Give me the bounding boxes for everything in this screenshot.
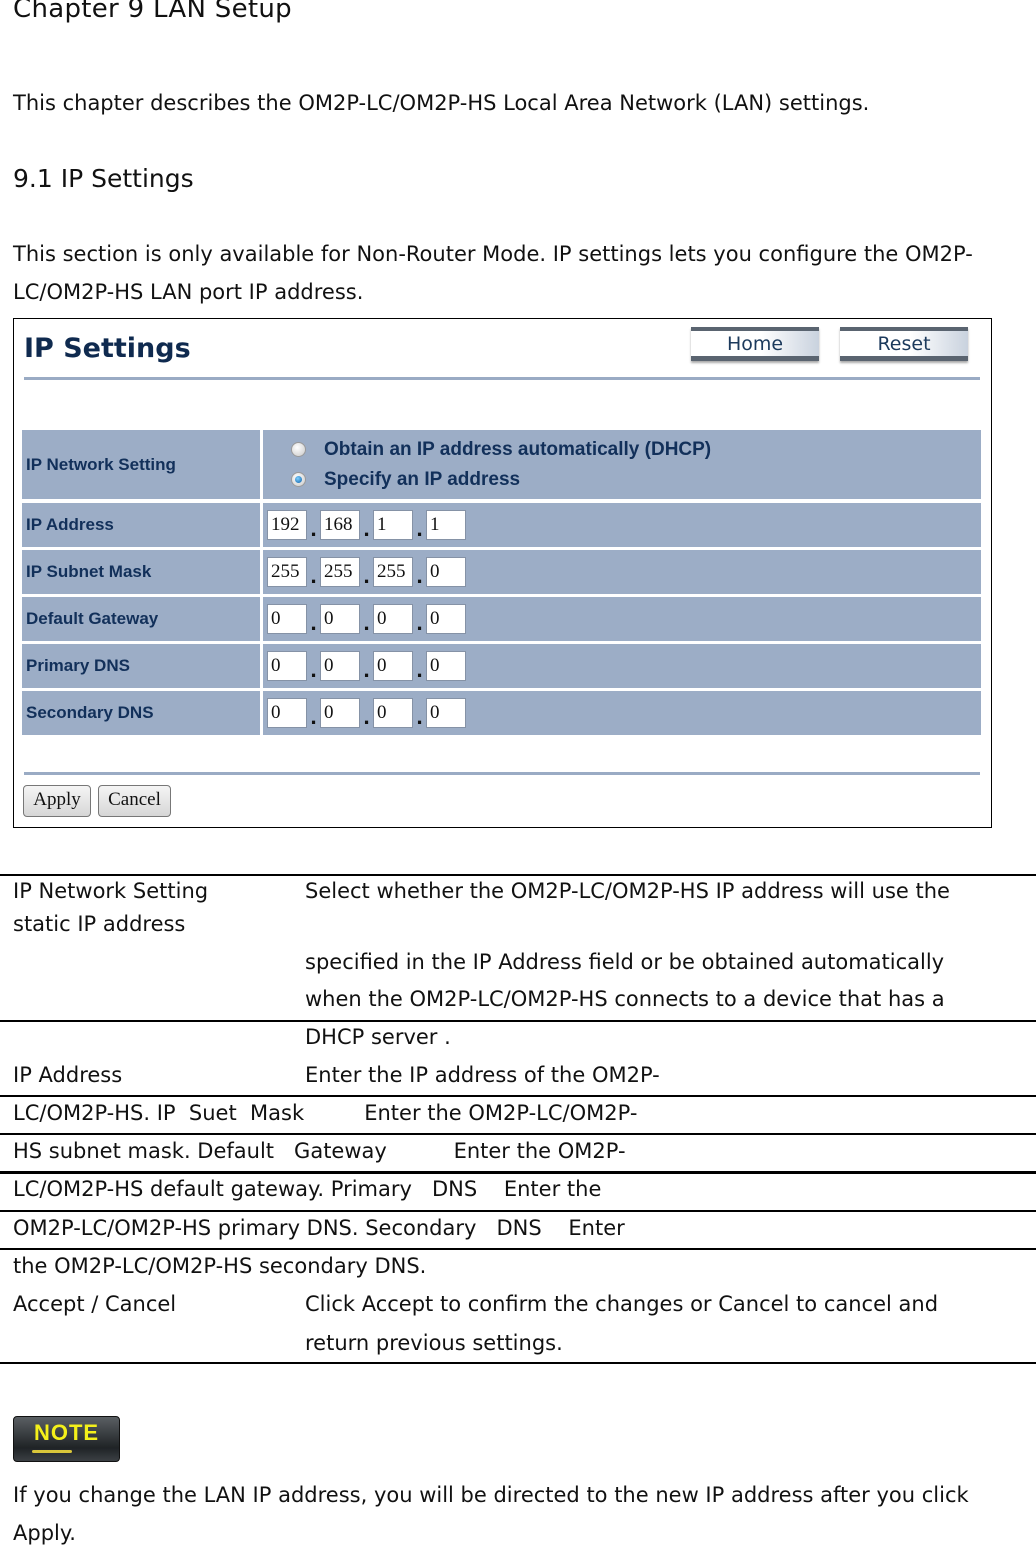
octet-separator: . — [310, 519, 317, 541]
static-radio[interactable] — [291, 472, 306, 487]
table-rule-top — [0, 874, 1036, 876]
ip-octet-input[interactable]: 0 — [373, 698, 413, 728]
ip-field-row: Primary DNS 0. 0. 0. 0 — [22, 644, 981, 688]
chapter-intro: This chapter describes the OM2P-LC/OM2P-… — [13, 91, 870, 115]
section-title: 9.1 IP Settings — [13, 164, 194, 193]
desc-gateway-line: HS subnet mask. Default Gateway Enter th… — [13, 1139, 626, 1163]
ip-octet-input[interactable]: 192 — [267, 510, 307, 540]
table-rule — [0, 1248, 1036, 1250]
ip-octet-input[interactable]: 0 — [320, 604, 360, 634]
ip-octet-input[interactable]: 168 — [320, 510, 360, 540]
ip-octet-input[interactable]: 1 — [373, 510, 413, 540]
table-rule — [0, 1171, 1036, 1174]
desc-subnet-line: LC/OM2P-HS. IP Suet Mask Enter the OM2P-… — [13, 1101, 638, 1125]
note-badge-icon: NOTE — [13, 1416, 120, 1462]
ip-octet-input[interactable]: 0 — [320, 698, 360, 728]
octet-separator: . — [416, 519, 423, 541]
octet-separator: . — [310, 566, 317, 588]
desc-accept-cancel-text-2: return previous settings. — [305, 1331, 563, 1355]
octet-separator: . — [363, 613, 370, 635]
ip-field-row: Default Gateway 0. 0. 0. 0 — [22, 597, 981, 641]
desc-network-setting-text-1: Select whether the OM2P-LC/OM2P-HS IP ad… — [305, 879, 950, 903]
section-text-line-1: This section is only available for Non-R… — [13, 242, 973, 266]
table-rule — [0, 1210, 1036, 1212]
ip-octet-input[interactable]: 0 — [267, 698, 307, 728]
octet-separator: . — [363, 566, 370, 588]
octet-separator: . — [363, 519, 370, 541]
desc-network-setting-term: IP Network Setting — [13, 879, 209, 903]
network-setting-label: IP Network Setting — [22, 430, 260, 499]
ip-field-label: Primary DNS — [22, 644, 260, 688]
desc-primary-dns-line: LC/OM2P-HS default gateway. Primary DNS … — [13, 1177, 602, 1201]
header-divider — [24, 377, 980, 380]
ip-field-row: IP Address 192. 168. 1. 1 — [22, 503, 981, 547]
desc-ip-address-term: IP Address — [13, 1063, 123, 1087]
note-text-line-2: Apply. — [13, 1521, 76, 1545]
desc-network-setting-term-2: static IP address — [13, 912, 186, 936]
reset-button[interactable]: Reset — [840, 327, 968, 361]
ip-octet-input[interactable]: 1 — [426, 510, 466, 540]
ip-field-row: Secondary DNS 0. 0. 0. 0 — [22, 691, 981, 735]
ip-octet-input[interactable]: 0 — [426, 698, 466, 728]
octet-separator: . — [310, 660, 317, 682]
octet-separator: . — [416, 566, 423, 588]
note-badge-label: NOTE — [33, 1420, 100, 1445]
desc-secondary-dns-line: OM2P-LC/OM2P-HS primary DNS. Secondary D… — [13, 1216, 625, 1240]
ip-octet-input[interactable]: 0 — [373, 604, 413, 634]
octet-separator: . — [416, 660, 423, 682]
octet-separator: . — [310, 613, 317, 635]
footer-divider — [24, 772, 980, 775]
ip-octet-input[interactable]: 0 — [426, 651, 466, 681]
ip-settings-title: IP Settings — [24, 333, 191, 364]
home-button[interactable]: Home — [691, 327, 819, 361]
ip-field-row: IP Subnet Mask 255. 255. 255. 0 — [22, 550, 981, 594]
desc-secondary-dns-line-2: the OM2P-LC/OM2P-HS secondary DNS. — [13, 1254, 427, 1278]
octet-separator: . — [363, 660, 370, 682]
desc-ip-address-text: Enter the IP address of the OM2P- — [305, 1063, 660, 1087]
ip-octet-input[interactable]: 0 — [267, 604, 307, 634]
octet-separator: . — [363, 707, 370, 729]
cancel-button[interactable]: Cancel — [98, 785, 171, 817]
dhcp-radio[interactable] — [291, 442, 306, 457]
octet-separator: . — [416, 613, 423, 635]
ip-octet-input[interactable]: 0 — [373, 651, 413, 681]
desc-network-setting-text-4: DHCP server . — [305, 1025, 451, 1049]
apply-button[interactable]: Apply — [23, 785, 91, 817]
desc-accept-cancel-term: Accept / Cancel — [13, 1292, 177, 1316]
network-setting-row: IP Network Setting Obtain an IP address … — [22, 430, 981, 499]
ip-field-label: Default Gateway — [22, 597, 260, 641]
octet-separator: . — [310, 707, 317, 729]
table-rule — [0, 1133, 1036, 1135]
table-rule — [0, 1095, 1036, 1097]
ip-octet-input[interactable]: 255 — [320, 557, 360, 587]
ip-octet-input[interactable]: 0 — [267, 651, 307, 681]
ip-field-label: IP Address — [22, 503, 260, 547]
desc-network-setting-text-2: specified in the IP Address field or be … — [305, 950, 945, 974]
section-text-line-2: LC/OM2P-HS LAN port IP address. — [13, 280, 364, 304]
ip-octet-input[interactable]: 0 — [320, 651, 360, 681]
desc-network-setting-text-3: when the OM2P-LC/OM2P-HS connects to a d… — [305, 987, 945, 1011]
ip-octet-input[interactable]: 0 — [426, 604, 466, 634]
dhcp-option-label: Obtain an IP address automatically (DHCP… — [324, 438, 712, 460]
dhcp-option[interactable]: Obtain an IP address automatically (DHCP… — [263, 435, 711, 465]
ip-octet-input[interactable]: 255 — [267, 557, 307, 587]
ip-field-label: Secondary DNS — [22, 691, 260, 735]
table-rule-bottom — [0, 1362, 1036, 1364]
ip-octet-input[interactable]: 0 — [426, 557, 466, 587]
chapter-title: Chapter 9 LAN Setup — [13, 0, 292, 24]
static-option[interactable]: Specify an IP address — [263, 465, 520, 495]
static-option-label: Specify an IP address — [324, 468, 521, 490]
ip-octet-input[interactable]: 255 — [373, 557, 413, 587]
ip-field-label: IP Subnet Mask — [22, 550, 260, 594]
desc-accept-cancel-text-1: Click Accept to confirm the changes or C… — [305, 1292, 939, 1316]
ip-settings-screenshot: IP Settings Home Reset IP Network Settin… — [13, 318, 992, 828]
octet-separator: . — [416, 707, 423, 729]
table-rule — [0, 1020, 1036, 1022]
note-text-line-1: If you change the LAN IP address, you wi… — [13, 1483, 969, 1507]
